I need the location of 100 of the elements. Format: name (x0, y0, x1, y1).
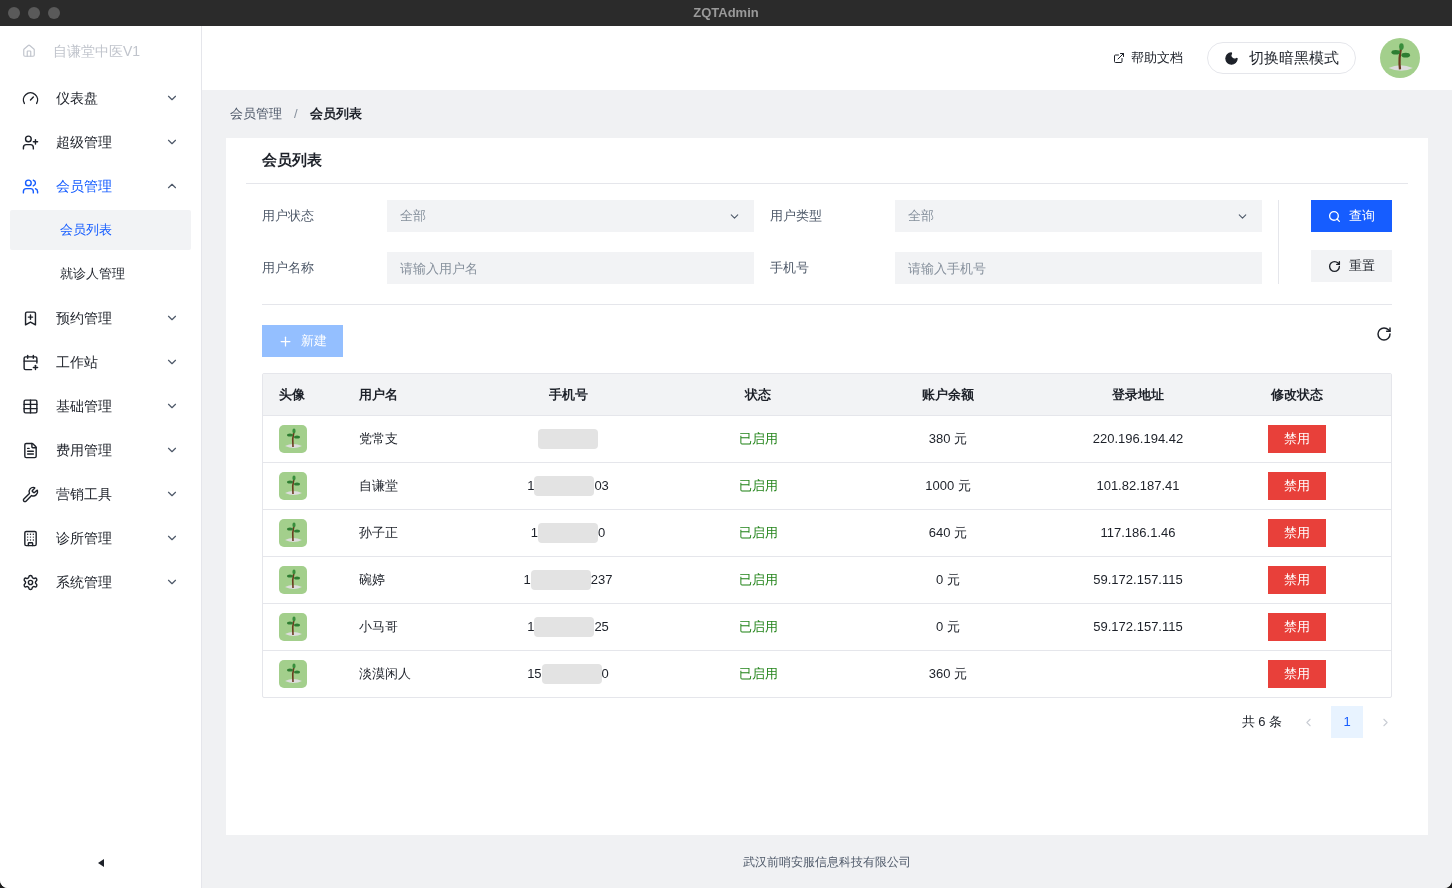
filter-label: 手机号 (770, 259, 810, 278)
table-cell-text: 640 元 (927, 524, 969, 543)
redaction-block (541, 664, 602, 684)
sidebar-item[interactable]: 基础管理 (0, 384, 201, 428)
help-docs-link[interactable]: 帮助文档 (1113, 48, 1183, 68)
table-cell-text: 59.172.157.115 (1092, 618, 1184, 637)
sidebar-item[interactable]: 营销工具 (0, 472, 201, 516)
table-cell-text: 1000 元 (924, 477, 972, 496)
table-icon (22, 397, 39, 415)
redaction-block (538, 429, 598, 449)
column-header: 登录地址 (1111, 385, 1165, 404)
search-button[interactable]: 查询 (1311, 200, 1392, 232)
card-title: 会员列表 (262, 150, 322, 171)
table-cell-text: 小马哥 (358, 618, 399, 637)
reset-button[interactable]: 重置 (1311, 250, 1392, 282)
avatar-thumbnail (279, 519, 307, 547)
phone-fragment: 03 (594, 477, 609, 496)
sidebar-item[interactable]: 工作站 (0, 340, 201, 384)
wrench-icon (22, 485, 39, 503)
disable-button[interactable]: 禁用 (1268, 425, 1326, 453)
column-header: 用户名 (358, 385, 399, 404)
phone-fragment: 1 (527, 477, 535, 496)
status-text: 已启用 (737, 665, 779, 684)
disable-button[interactable]: 禁用 (1268, 613, 1326, 641)
redaction-block (538, 523, 598, 543)
column-header: 账户余额 (921, 385, 975, 404)
sidebar-item[interactable]: 诊所管理 (0, 516, 201, 560)
redaction-block (534, 476, 595, 496)
sidebar-item[interactable]: 费用管理 (0, 428, 201, 472)
table-cell-text: 117.186.1.46 (1099, 524, 1177, 543)
filter-label: 用户状态 (262, 207, 315, 226)
table-cell-text: 360 元 (927, 665, 969, 684)
external-link-icon (1113, 52, 1125, 64)
redaction-block (534, 617, 595, 637)
phone-fragment: 15 (527, 665, 542, 684)
window-close-control[interactable] (8, 7, 20, 19)
status-text: 已启用 (737, 618, 779, 637)
input-field[interactable]: 请输入手机号 (895, 252, 1262, 284)
disable-button[interactable]: 禁用 (1268, 519, 1326, 547)
refresh-icon[interactable] (1376, 326, 1392, 342)
input-field[interactable]: 请输入用户名 (387, 252, 754, 284)
gear-icon (22, 573, 39, 591)
phone-fragment: 237 (590, 571, 613, 590)
user-plus-icon (22, 133, 39, 151)
user-avatar[interactable] (1380, 38, 1420, 78)
breadcrumb-separator: / (294, 105, 298, 124)
filter-label: 用户名称 (262, 259, 315, 278)
table-cell-text: 101.82.187.41 (1095, 477, 1181, 496)
table-cell-text: 0 元 (935, 571, 961, 590)
phone-fragment: 25 (594, 618, 609, 637)
footer-text: 武汉前哨安服信息科技有限公司 (743, 853, 911, 871)
column-header: 修改状态 (1269, 385, 1324, 404)
plus-icon (278, 333, 293, 349)
sidebar-subitem[interactable]: 会员列表 (10, 210, 191, 250)
avatar-thumbnail (279, 660, 307, 688)
status-text: 已启用 (737, 477, 779, 496)
sidebar-item[interactable]: 会员管理 (0, 164, 201, 208)
phone-fragment: 0 (601, 665, 609, 684)
phone-fragment: 1 (523, 571, 531, 590)
column-header: 手机号 (547, 385, 589, 404)
sidebar-item[interactable]: 预约管理 (0, 296, 201, 340)
window-minimize-control[interactable] (28, 7, 40, 19)
phone-fragment: 1 (527, 618, 535, 637)
table-cell-text: 淡漠闲人 (358, 665, 412, 684)
reset-icon (1328, 259, 1341, 273)
bookmark-icon (22, 309, 39, 327)
avatar-thumbnail (279, 566, 307, 594)
table-cell-text: 自谦堂 (358, 477, 399, 496)
sidebar-item[interactable]: 系统管理 (0, 560, 201, 604)
users-icon (22, 177, 39, 195)
window-zoom-control[interactable] (48, 7, 60, 19)
status-text: 已启用 (737, 430, 779, 449)
document-icon (22, 441, 39, 459)
phone-fragment: 0 (598, 524, 606, 543)
table-cell-text: 0 元 (935, 618, 961, 637)
filter-label: 用户类型 (770, 207, 823, 226)
column-header: 状态 (743, 385, 772, 404)
sidebar-item[interactable]: 超级管理 (0, 120, 201, 164)
home-icon (22, 44, 36, 58)
column-header: 头像 (278, 385, 306, 404)
collapse-icon[interactable] (97, 859, 104, 867)
table-cell-text: 孙子正 (358, 524, 399, 543)
search-icon (1328, 209, 1341, 223)
sidebar-subitem[interactable]: 就诊人管理 (10, 254, 191, 294)
table-cell-text: 碗婷 (358, 571, 386, 590)
sidebar-item[interactable]: 仪表盘 (0, 76, 201, 120)
table-cell-text: 220.196.194.42 (1091, 430, 1185, 449)
page-button[interactable]: 1 (1331, 706, 1363, 738)
table-cell-text: 59.172.157.115 (1092, 571, 1184, 590)
disable-button[interactable]: 禁用 (1268, 566, 1326, 594)
status-text: 已启用 (737, 571, 779, 590)
disable-button[interactable]: 禁用 (1268, 472, 1326, 500)
moon-icon (1224, 50, 1239, 66)
plant-icon (1380, 38, 1420, 78)
breadcrumb-item[interactable]: 会员管理 (230, 104, 282, 124)
brand-name: 自谦堂中医V1 (53, 41, 141, 61)
redaction-block (530, 570, 591, 590)
table-cell-text: 党常支 (358, 430, 399, 449)
disable-button[interactable]: 禁用 (1268, 660, 1326, 688)
table-cell-text: 380 元 (927, 430, 969, 449)
